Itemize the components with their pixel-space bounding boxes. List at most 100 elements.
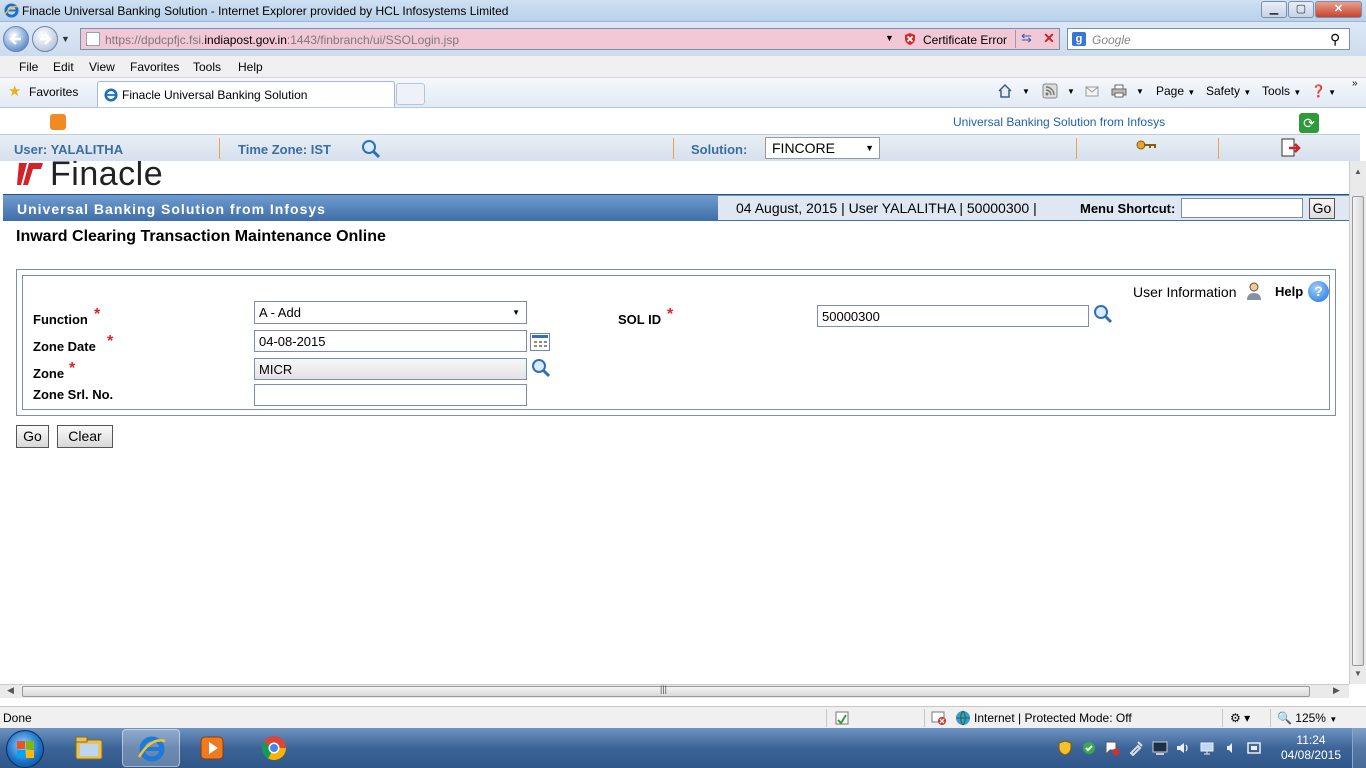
tools-menu[interactable]: Tools ▼ xyxy=(1262,84,1301,98)
logout-icon[interactable] xyxy=(1280,138,1302,159)
form-panel: User Information Help ? Function * A - A… xyxy=(16,269,1336,416)
scroll-down-icon[interactable]: ▼ xyxy=(1354,669,1362,678)
clear-button[interactable]: Clear xyxy=(57,425,113,448)
calendar-icon[interactable] xyxy=(530,333,550,351)
horizontal-scrollbar[interactable]: ◀ ||| ▶ xyxy=(0,684,1349,698)
forward-button[interactable] xyxy=(32,26,58,52)
volume-icon[interactable] xyxy=(1175,740,1191,756)
home-dropdown-icon[interactable]: ▼ xyxy=(1022,87,1030,96)
system-clock[interactable]: 11:24 04/08/2015 xyxy=(1276,733,1346,763)
page-menu[interactable]: Page ▼ xyxy=(1156,84,1195,98)
compat-refresh-icon[interactable]: ⇆ xyxy=(1015,30,1037,48)
display-tray-icon[interactable] xyxy=(1199,740,1215,756)
feeds-icon[interactable] xyxy=(1042,83,1058,99)
speaker-tray-icon[interactable] xyxy=(1223,740,1239,756)
taskbar: 11:24 04/08/2015 xyxy=(0,728,1366,768)
windows-logo-icon xyxy=(17,741,34,758)
action-center-icon[interactable] xyxy=(1104,740,1120,756)
key-icon[interactable] xyxy=(1135,139,1157,157)
menu-help[interactable]: Help xyxy=(238,60,263,74)
menu-view[interactable]: View xyxy=(89,60,115,74)
zone-srl-no-field[interactable] xyxy=(254,384,527,406)
menu-shortcut-go-button[interactable]: Go xyxy=(1309,198,1335,219)
menu-shortcut-input[interactable] xyxy=(1181,198,1303,218)
maximize-button[interactable]: ▢ xyxy=(1288,1,1314,18)
taskbar-chrome[interactable] xyxy=(245,729,303,767)
function-select[interactable]: A - Add ▼ xyxy=(254,301,527,324)
solution-select[interactable]: FINCORE ▼ xyxy=(765,137,880,159)
certificate-error-label[interactable]: Certificate Error xyxy=(923,33,1007,47)
vertical-scrollbar[interactable]: ▲ ▼ xyxy=(1349,161,1366,684)
taskbar-explorer[interactable] xyxy=(60,729,118,767)
search-input[interactable]: g Google ⚲ xyxy=(1067,28,1350,50)
stop-icon[interactable]: ✕ xyxy=(1039,30,1059,48)
help-menu-icon[interactable]: ❓ ▼ xyxy=(1311,84,1336,98)
safety-menu[interactable]: Safety ▼ xyxy=(1206,84,1251,98)
new-tab-button[interactable] xyxy=(396,83,425,105)
brand-link[interactable]: Universal Banking Solution from Infosys xyxy=(953,115,1165,129)
user-information-link[interactable]: User Information xyxy=(1133,284,1236,300)
print-dropdown-icon[interactable]: ▼ xyxy=(1136,87,1144,96)
print-icon[interactable] xyxy=(1111,83,1127,99)
zone-search-icon[interactable] xyxy=(530,357,552,379)
page-icon xyxy=(86,32,100,46)
update-tray-icon[interactable] xyxy=(1081,740,1097,756)
chevron-more-icon[interactable]: » xyxy=(1352,78,1358,89)
url-text: https://dpdcpfjc.fsi.indiapost.gov.in:14… xyxy=(105,33,460,47)
info-bar: 04 August, 2015 | User YALALITHA | 50000… xyxy=(718,196,1349,220)
shield-tray-icon[interactable] xyxy=(1057,740,1073,756)
finacle-header: Universal Banking Solution from Infosys … xyxy=(0,108,1366,161)
keyboard-tray-icon[interactable] xyxy=(1246,740,1262,756)
sol-id-field[interactable]: 50000300 xyxy=(817,305,1089,327)
recent-pages-dropdown-icon[interactable]: ▼ xyxy=(61,34,70,44)
zoom-control[interactable]: 🔍 125% ▼ xyxy=(1277,711,1337,725)
network-tray-icon[interactable] xyxy=(1152,740,1168,756)
function-label: Function xyxy=(33,312,88,327)
address-dropdown-icon[interactable]: ▼ xyxy=(885,33,894,43)
minimize-button[interactable]: ▁ xyxy=(1261,1,1287,18)
zone-field[interactable]: MICR xyxy=(254,358,527,380)
search-icon[interactable]: ⚲ xyxy=(1330,31,1340,48)
sol-id-search-icon[interactable] xyxy=(1092,303,1114,325)
scroll-left-icon[interactable]: ◀ xyxy=(7,685,14,696)
start-button[interactable] xyxy=(6,730,44,768)
menu-file[interactable]: File xyxy=(19,60,38,74)
protected-mode-icon[interactable]: ⚙ ▾ xyxy=(1230,711,1250,725)
user-icon[interactable] xyxy=(1245,282,1263,300)
help-icon[interactable]: ? xyxy=(1308,281,1329,302)
popup-blocked-icon[interactable] xyxy=(931,710,947,726)
security-zone-text[interactable]: Internet | Protected Mode: Off xyxy=(974,711,1132,725)
scroll-up-icon[interactable]: ▲ xyxy=(1354,167,1362,176)
menu-favorites[interactable]: Favorites xyxy=(130,60,179,74)
zone-date-field[interactable]: 04-08-2015 xyxy=(254,330,527,352)
divider xyxy=(673,138,674,159)
sol-id-label: SOL ID xyxy=(618,312,662,327)
app-band: Universal Banking Solution from Infosys … xyxy=(3,194,1349,221)
help-label[interactable]: Help xyxy=(1275,284,1303,299)
go-button[interactable]: Go xyxy=(16,425,49,448)
required-marker: * xyxy=(667,306,674,323)
menu-shortcut-label: Menu Shortcut: xyxy=(1080,201,1176,216)
address-field[interactable]: https://dpdcpfjc.fsi.indiapost.gov.in:14… xyxy=(80,28,1060,50)
taskbar-internet-explorer[interactable] xyxy=(122,729,180,767)
back-button[interactable] xyxy=(3,26,29,52)
timezone-search-icon[interactable] xyxy=(360,138,382,160)
status-bar: Done Internet | Protected Mode: Off ⚙ ▾ … xyxy=(0,706,1366,728)
divider xyxy=(924,709,925,727)
menu-tools[interactable]: Tools xyxy=(193,60,221,74)
show-desktop-button[interactable] xyxy=(1352,728,1366,768)
certificate-error-icon[interactable] xyxy=(903,32,917,46)
feeds-dropdown-icon[interactable]: ▼ xyxy=(1067,87,1075,96)
home-icon[interactable] xyxy=(997,83,1013,99)
close-window-button[interactable]: ✕ xyxy=(1315,1,1362,18)
rss-icon[interactable] xyxy=(50,114,66,130)
clock-time: 11:24 xyxy=(1296,733,1326,747)
scroll-right-icon[interactable]: ▶ xyxy=(1333,685,1340,696)
tools-tray-icon[interactable] xyxy=(1128,740,1144,756)
taskbar-media-player[interactable] xyxy=(183,729,241,767)
refresh-icon[interactable]: ⟳ xyxy=(1299,113,1319,133)
browser-tab-active[interactable]: Finacle Universal Banking Solution xyxy=(97,81,395,107)
read-mail-icon[interactable] xyxy=(1084,83,1100,99)
vertical-scroll-thumb[interactable] xyxy=(1352,196,1364,666)
menu-edit[interactable]: Edit xyxy=(53,60,74,74)
